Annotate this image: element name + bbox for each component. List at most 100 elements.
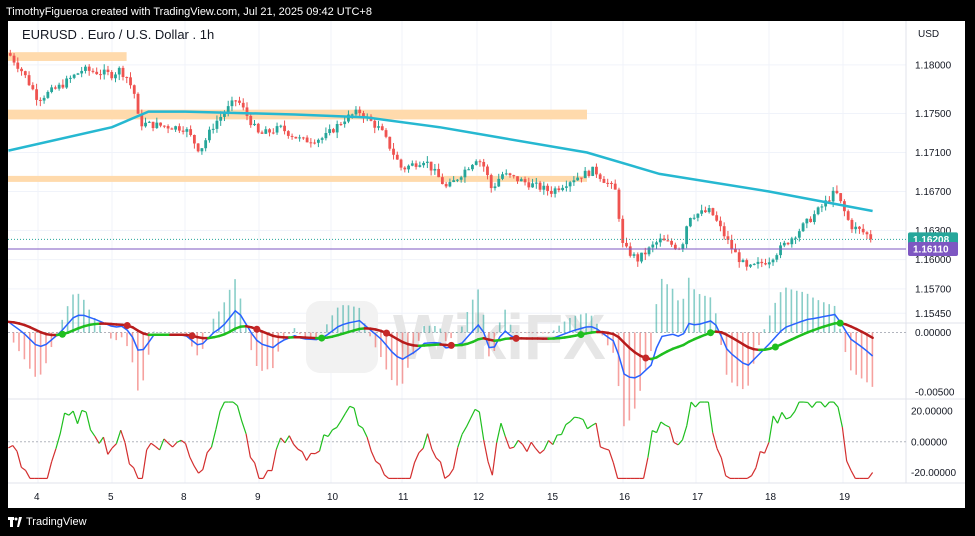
macd-cross-dot [512,334,520,342]
candle-body [110,71,114,79]
candle-body [764,263,767,265]
candle-body [290,135,294,137]
osc-segment [517,439,524,445]
osc-segment [790,410,796,418]
candle-body [283,125,286,132]
candle-body [72,74,76,78]
macd-histogram-bar [142,332,145,381]
candle-body [613,183,617,190]
price-tick-label: 1.16000 [915,255,952,266]
candle-body [200,148,204,152]
osc-segment [293,443,299,450]
macd-histogram-bar [261,332,263,371]
macd-histogram-bar [579,314,582,333]
osc-segment [448,468,454,476]
macd-histogram-bar [795,290,798,333]
osc-segment [146,442,152,451]
chart-panel[interactable]: WikiFX 1.18000 1.17500 1.17100 1.16700 1.163… [8,21,965,508]
osc-segment [198,469,204,474]
chart-canvas[interactable]: WikiFX 1.180001.175001.171001.167001.163… [8,21,965,508]
osc-segment [271,449,277,471]
candle-body [734,249,737,253]
osc-segment [353,407,359,426]
osc-segment [193,465,200,474]
macd-histogram-bar [369,332,371,337]
macd-histogram-bar [758,332,760,346]
tradingview-frame: TimothyFigueroa created with TradingView… [0,0,975,536]
candle-body [324,132,328,139]
macd-histogram-bar [509,324,512,333]
osc-segment [98,436,104,444]
macd-histogram-bar [498,322,501,333]
macd-histogram-bar [66,306,69,333]
currency-label: USD [918,29,940,40]
candle-body [606,182,610,184]
osc-segment [612,462,619,479]
candle-body [437,168,441,178]
candle-body [737,252,741,263]
macd-histogram-bar [126,332,128,347]
osc-segment [59,412,66,434]
candle-body [50,87,54,92]
candle-body [865,232,869,235]
osc-segment [418,447,424,454]
osc-segment [483,439,489,462]
osc-segment [102,436,109,455]
macd-histogram-bar [455,331,458,333]
candle-body [343,121,347,125]
osc-segment [370,451,377,462]
macd-histogram-bar [223,302,226,333]
candle-body [794,237,797,239]
candle-body [238,100,241,103]
candle-body [155,122,159,129]
macd-histogram-bar [531,332,533,334]
macd-histogram-bar [450,332,452,339]
osc-segment [569,416,575,423]
candle-body [749,264,752,267]
osc-segment [383,474,390,479]
candle-body [812,214,816,223]
candle-body [121,67,125,78]
macd-histogram-bar [412,332,415,355]
macd-histogram-bar [731,332,733,383]
chart-attribution: TimothyFigueroa created with TradingView… [6,6,372,18]
candle-body [816,207,820,215]
candle-body [192,134,196,144]
candle-body [482,161,486,167]
osc-segment [241,420,247,434]
macd-histogram-bar [633,332,636,409]
candle-body [241,102,245,108]
candle-body [801,223,805,232]
macd-histogram-bar [558,325,560,333]
candle-body [301,137,305,139]
candle-body [234,100,238,102]
macd-histogram-bar [520,332,523,334]
candle-body [211,128,215,130]
candle-body [681,244,685,250]
macd-histogram-bar [693,289,695,333]
macd-histogram-bar [660,278,663,333]
candle-body [377,126,380,128]
macd-histogram-bar [617,332,620,387]
osc-segment [301,451,308,461]
macd-histogram-bar [336,307,339,333]
macd-histogram-bar [45,332,47,364]
macd-histogram-bar [234,279,236,333]
macd-cross-dot [253,325,261,333]
candle-body [245,107,249,116]
candle-body [392,148,395,155]
candle-body [440,177,444,185]
macd-histogram-bar [201,332,204,349]
osc-segment [846,460,852,471]
candle-body [279,125,283,127]
osc-segment [470,409,476,419]
candle-body [730,239,734,250]
candle-body [320,138,324,140]
time-tick-label: 12 [473,492,485,503]
candle-body [298,137,301,139]
candle-body [418,165,422,167]
macd-histogram-bar [288,332,290,334]
macd-cross-dot [188,332,196,340]
osc-segment [760,450,765,454]
candle-body [564,186,568,188]
